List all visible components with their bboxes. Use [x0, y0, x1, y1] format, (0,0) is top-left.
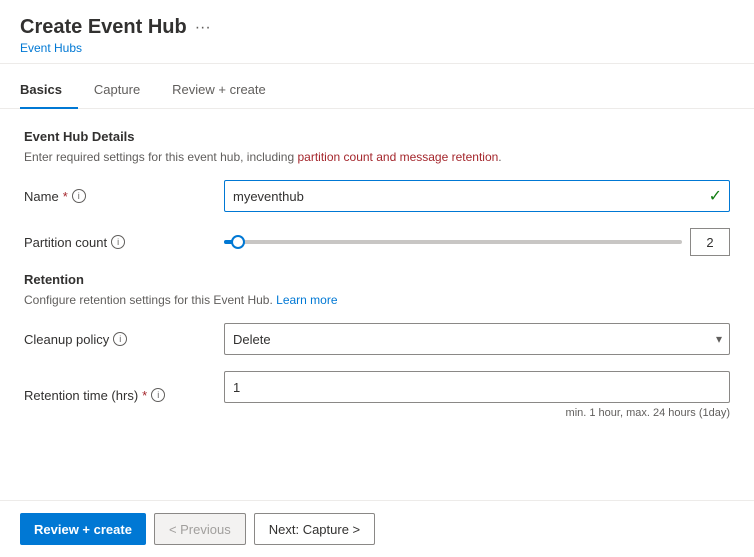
check-icon: ✓ — [709, 186, 722, 206]
retention-time-input[interactable] — [224, 371, 730, 403]
more-options-icon[interactable]: ··· — [195, 19, 211, 37]
learn-more-link[interactable]: Learn more — [276, 293, 337, 307]
event-hub-details-title: Event Hub Details — [24, 129, 730, 144]
retention-description: Configure retention settings for this Ev… — [24, 293, 730, 307]
breadcrumb: Event Hubs — [20, 41, 734, 55]
retention-time-label: Retention time (hrs) * i — [24, 388, 224, 403]
cleanup-policy-control: Delete Compact ▾ — [224, 323, 730, 355]
partition-info-icon[interactable]: i — [111, 235, 125, 249]
event-hub-details-description: Enter required settings for this event h… — [24, 150, 730, 164]
name-input[interactable] — [224, 180, 730, 212]
slider-track[interactable] — [224, 240, 682, 244]
tab-bar: Basics Capture Review + create — [0, 72, 754, 109]
slider-wrapper: 2 — [224, 228, 730, 256]
previous-button[interactable]: < Previous — [154, 513, 246, 545]
name-input-control: ✓ — [224, 180, 730, 212]
main-content: Event Hub Details Enter required setting… — [0, 109, 754, 500]
cleanup-dropdown-wrapper: Delete Compact ▾ — [224, 323, 730, 355]
name-input-wrapper: ✓ — [224, 180, 730, 212]
retention-time-control: min. 1 hour, max. 24 hours (1day) — [224, 371, 730, 419]
partition-count-label: Partition count i — [24, 235, 224, 250]
retention-section: Retention Configure retention settings f… — [24, 272, 730, 419]
partition-count-row: Partition count i 2 — [24, 228, 730, 256]
footer: Review + create < Previous Next: Capture… — [0, 500, 754, 557]
cleanup-policy-row: Cleanup policy i Delete Compact ▾ — [24, 323, 730, 355]
name-field-row: Name * i ✓ — [24, 180, 730, 212]
tab-review-create[interactable]: Review + create — [156, 72, 282, 109]
partition-value-box: 2 — [690, 228, 730, 256]
cleanup-policy-select[interactable]: Delete Compact — [224, 323, 730, 355]
page-title: Create Event Hub — [20, 16, 187, 39]
retention-time-hint: min. 1 hour, max. 24 hours (1day) — [224, 407, 730, 419]
cleanup-policy-label: Cleanup policy i — [24, 332, 224, 347]
retention-time-row: Retention time (hrs) * i min. 1 hour, ma… — [24, 371, 730, 419]
next-capture-button[interactable]: Next: Capture > — [254, 513, 375, 545]
name-label: Name * i — [24, 189, 224, 204]
retention-time-info-icon[interactable]: i — [151, 388, 165, 402]
name-info-icon[interactable]: i — [72, 189, 86, 203]
tab-capture[interactable]: Capture — [78, 72, 156, 109]
review-create-button[interactable]: Review + create — [20, 513, 146, 545]
partition-count-control: 2 — [224, 228, 730, 256]
retention-title: Retention — [24, 272, 730, 287]
tab-basics[interactable]: Basics — [20, 72, 78, 109]
cleanup-info-icon[interactable]: i — [113, 332, 127, 346]
slider-thumb[interactable] — [231, 235, 245, 249]
